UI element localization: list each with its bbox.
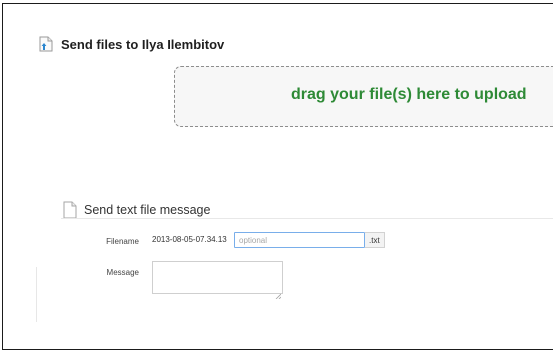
dropzone-label: drag your file(s) here to upload — [291, 86, 527, 103]
filename-input[interactable] — [234, 232, 365, 248]
message-textarea[interactable] — [152, 261, 283, 294]
file-dropzone[interactable]: drag your file(s) here to upload — [174, 66, 553, 127]
filename-prefix: 2013-08-05-07.34.13 — [152, 235, 227, 244]
text-file-icon — [63, 201, 77, 219]
text-message-title: Send text file message — [84, 203, 211, 217]
resize-grip-icon[interactable] — [275, 286, 282, 300]
left-divider — [36, 267, 37, 322]
upload-panel: Send files to Ilya Ilembitov drag your f… — [2, 3, 553, 350]
send-files-title: Send files to Ilya Ilembitov — [61, 36, 225, 52]
message-label: Message — [106, 268, 139, 277]
send-files-header: Send files to Ilya Ilembitov — [39, 34, 224, 54]
filename-label: Filename — [106, 237, 139, 246]
section-divider — [61, 218, 553, 219]
file-upload-icon — [39, 36, 53, 52]
filename-extension: .txt — [365, 232, 385, 248]
